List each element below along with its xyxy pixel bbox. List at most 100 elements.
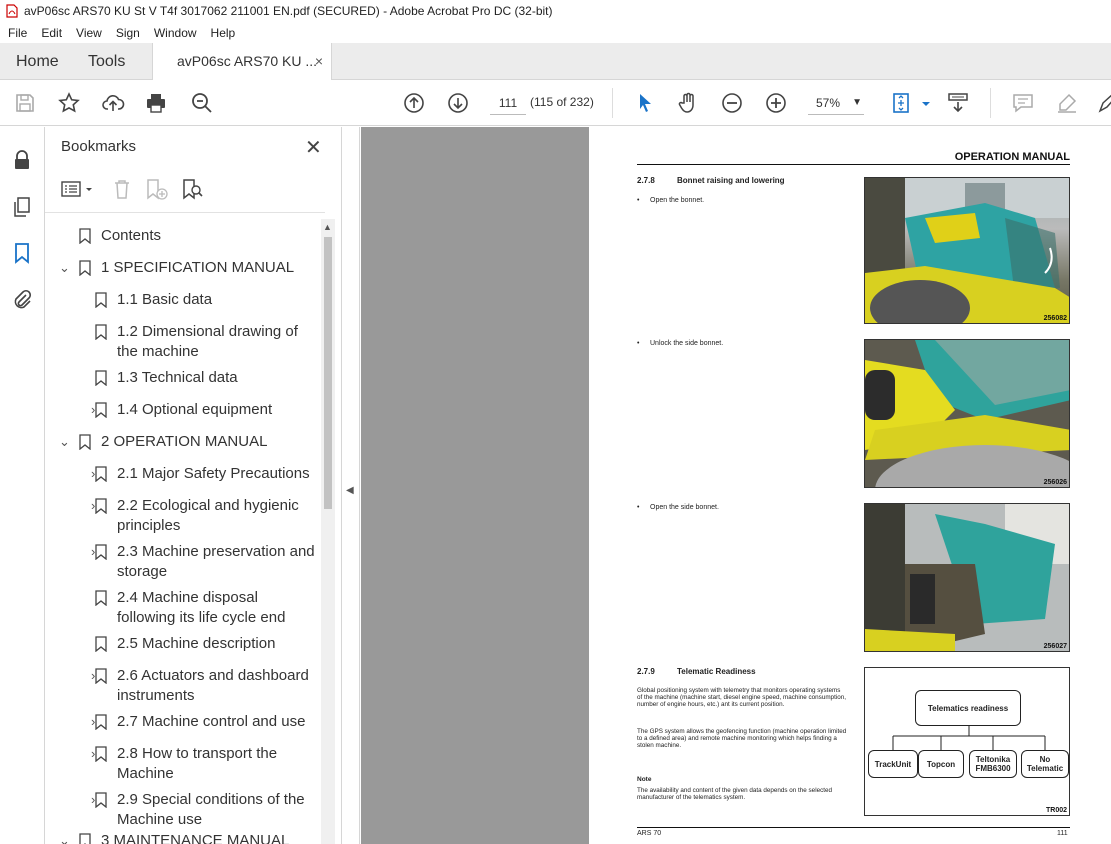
left-rail [0,127,45,844]
bookmark-item[interactable]: 2.5 Machine description [95,634,276,654]
zoom-dropdown[interactable]: 57% ▼ [808,91,864,115]
menu-help[interactable]: Help [211,26,236,40]
previous-page-icon[interactable] [402,91,426,115]
bookmark-icon [79,228,91,244]
bookmark-label: 2.3 Machine preservation and [117,543,315,560]
diagram-code: TR002 [1045,807,1067,814]
chevron-down-icon[interactable]: ⌄ [59,432,71,452]
menu-sign[interactable]: Sign [116,26,140,40]
menu-edit[interactable]: Edit [41,26,62,40]
bookmark-icon [95,590,107,606]
save-icon[interactable] [13,91,37,115]
bookmark-item[interactable]: › 2.7 Machine control and use [91,712,306,732]
bookmark-label: 1.4 Optional equipment [117,401,273,418]
bookmarks-toolbar [45,167,325,213]
bookmark-label-line2: the machine [117,343,199,360]
bookmark-item[interactable]: ⌄ 1 SPECIFICATION MANUAL [59,258,295,278]
highlight-pen-icon[interactable] [1055,91,1079,115]
page-count: (115 of 232) [530,95,594,109]
bookmark-icon [95,370,107,386]
bookmark-icon [95,714,107,730]
comment-icon[interactable] [1011,91,1035,115]
scrollbar-thumb[interactable] [324,237,332,509]
attachment-icon[interactable] [11,288,33,310]
bookmark-item[interactable]: ⌄ 3 MAINTENANCE MANUAL [59,831,289,844]
lock-icon[interactable] [11,149,33,171]
bookmark-item[interactable]: 1.3 Technical data [95,368,238,388]
bookmark-item[interactable]: › 2.6 Actuators and dashboard instrument… [91,666,309,706]
bookmark-icon [95,792,107,808]
bookmark-item[interactable]: Contents [79,226,161,246]
bookmark-label: 2.4 Machine disposal [117,589,258,606]
bookmark-item[interactable]: › 2.2 Ecological and hygienic principles [91,496,299,536]
tab-tools[interactable]: Tools [88,43,125,80]
print-icon[interactable] [144,91,168,115]
document-viewport[interactable]: OPERATION MANUAL 2.7.8 Bonnet raising an… [361,127,1111,844]
diagram-node: TrackUnit [868,750,918,778]
menu-window[interactable]: Window [154,26,197,40]
menu-file[interactable]: File [8,26,27,40]
toolbar-divider [990,88,991,118]
zoom-out-icon[interactable] [720,91,744,115]
photo-code: 256027 [1043,643,1067,650]
bookmark-item[interactable]: › 1.4 Optional equipment [91,400,273,420]
bookmark-label: 1.3 Technical data [117,369,238,386]
bookmark-item[interactable]: › 2.9 Special conditions of the Machine … [91,790,305,830]
bookmark-item[interactable]: 1.2 Dimensional drawing of the machine [95,322,298,362]
scroll-mode-icon[interactable] [946,91,970,115]
paragraph: The GPS system allows the geofencing fun… [637,728,847,750]
new-bookmark-icon[interactable] [145,178,169,200]
bookmark-label: 2.7 Machine control and use [117,713,306,730]
fit-page-icon[interactable] [890,91,914,115]
diagram-root-node: Telematics readiness [915,690,1021,726]
find-bookmark-icon[interactable] [181,178,205,200]
bookmark-item[interactable]: ⌄ 2 OPERATION MANUAL [59,432,267,452]
document-tab-label: avP06sc ARS70 KU ... [177,53,318,69]
scroll-up-icon[interactable]: ▲ [323,222,332,232]
bookmark-panel-icon[interactable] [11,242,33,264]
menu-view[interactable]: View [76,26,102,40]
bookmark-label-line2: storage [117,563,168,580]
bookmark-item[interactable]: › 2.8 How to transport the Machine [91,744,278,784]
next-page-icon[interactable] [446,91,470,115]
chevron-down-icon[interactable]: ⌄ [59,831,71,844]
upload-cloud-icon[interactable] [101,91,125,115]
bookmark-label: 2.5 Machine description [117,635,276,652]
bullet: • [637,504,640,511]
chevron-down-icon: ▼ [852,97,862,108]
close-tab-icon[interactable]: × [315,43,323,80]
bookmark-icon [79,833,91,844]
star-icon[interactable] [57,91,81,115]
collapse-arrow-icon[interactable]: ◀ [346,485,354,496]
select-cursor-icon[interactable] [633,91,657,115]
chevron-down-icon[interactable]: ⌄ [59,258,71,278]
section-title: Bonnet raising and lowering [677,176,785,185]
tab-document[interactable]: avP06sc ARS70 KU ... × [152,43,332,80]
bookmark-label: 1 SPECIFICATION MANUAL [101,259,295,276]
bullet: • [637,340,640,347]
zoom-in-icon[interactable] [764,91,788,115]
close-icon[interactable]: ✕ [305,135,322,160]
bookmark-item[interactable]: 1.1 Basic data [95,290,212,310]
bookmark-item[interactable]: › 2.3 Machine preservation and storage [91,542,315,582]
pages-thumbnail-icon[interactable] [11,196,33,218]
paragraph: Global positioning system with telemetry… [637,687,846,709]
fit-page-dropdown-icon[interactable] [914,91,930,115]
draw-icon[interactable] [1096,91,1111,115]
bookmark-label-line2: Machine [117,765,174,782]
panel-collapse-handle[interactable]: ◀ [342,127,360,844]
step-text: Unlock the side bonnet. [650,340,724,347]
bookmark-item[interactable]: › 2.1 Major Safety Precautions [91,464,310,484]
bookmark-label: 2.8 How to transport the [117,745,278,762]
open-side-bonnet-photo-image [865,504,1069,651]
tab-home[interactable]: Home [16,43,59,80]
hand-tool-icon[interactable] [676,91,700,115]
page-header: OPERATION MANUAL [954,151,1070,163]
toolbar-divider [612,88,613,118]
header-rule [637,164,1070,165]
delete-bookmark-icon[interactable] [111,178,133,200]
zoom-search-icon[interactable] [190,91,214,115]
page-number-input[interactable] [490,91,526,115]
bookmark-item[interactable]: 2.4 Machine disposal following its life … [95,588,285,628]
options-menu-icon[interactable] [61,179,95,201]
